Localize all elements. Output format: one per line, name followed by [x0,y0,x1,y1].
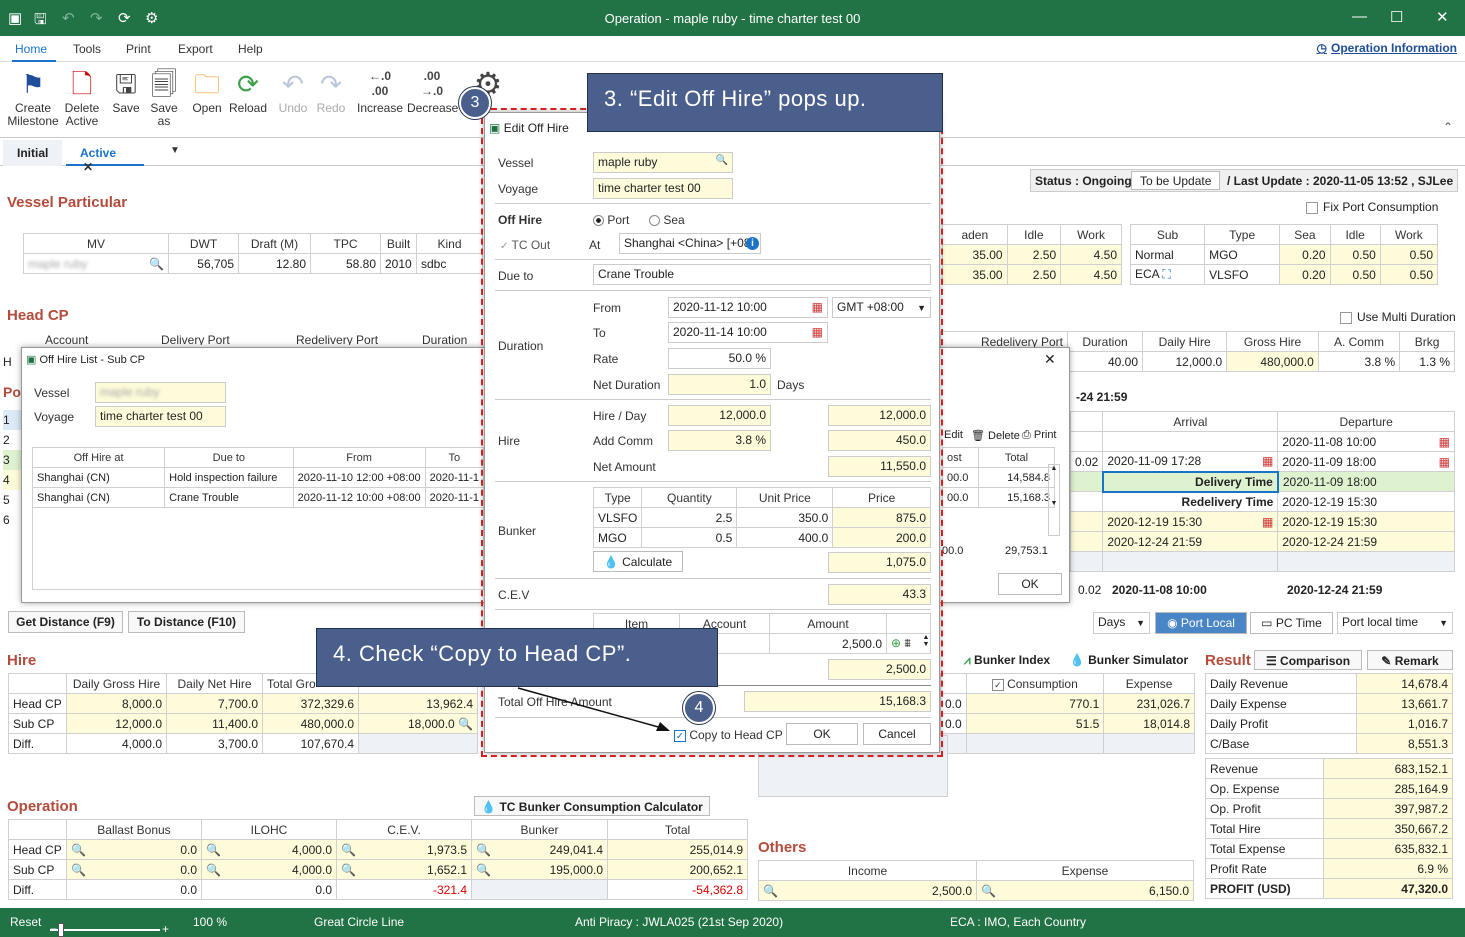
great-circle-line-status[interactable]: Great Circle Line [314,915,404,929]
zoom-thumb[interactable] [58,922,64,937]
callout-arrow-head [656,722,670,731]
reset-zoom-button[interactable]: Reset [10,915,41,929]
eca-status[interactable]: ECA : IMO, Each Country [950,915,1086,929]
anti-piracy-status[interactable]: Anti Piracy : JWLA025 (21st Sep 2020) [575,915,783,929]
zoom-in-icon[interactable]: + [162,922,174,936]
zoom-track [50,922,160,937]
zoom-level: 100 % [193,915,228,929]
status-bar: Reset −+ 100 % Great Circle Line Anti Pi… [0,908,1465,937]
callout-arrow [517,687,670,731]
zoom-slider[interactable]: −+ [50,915,169,937]
callout-arrow-line [517,687,663,729]
